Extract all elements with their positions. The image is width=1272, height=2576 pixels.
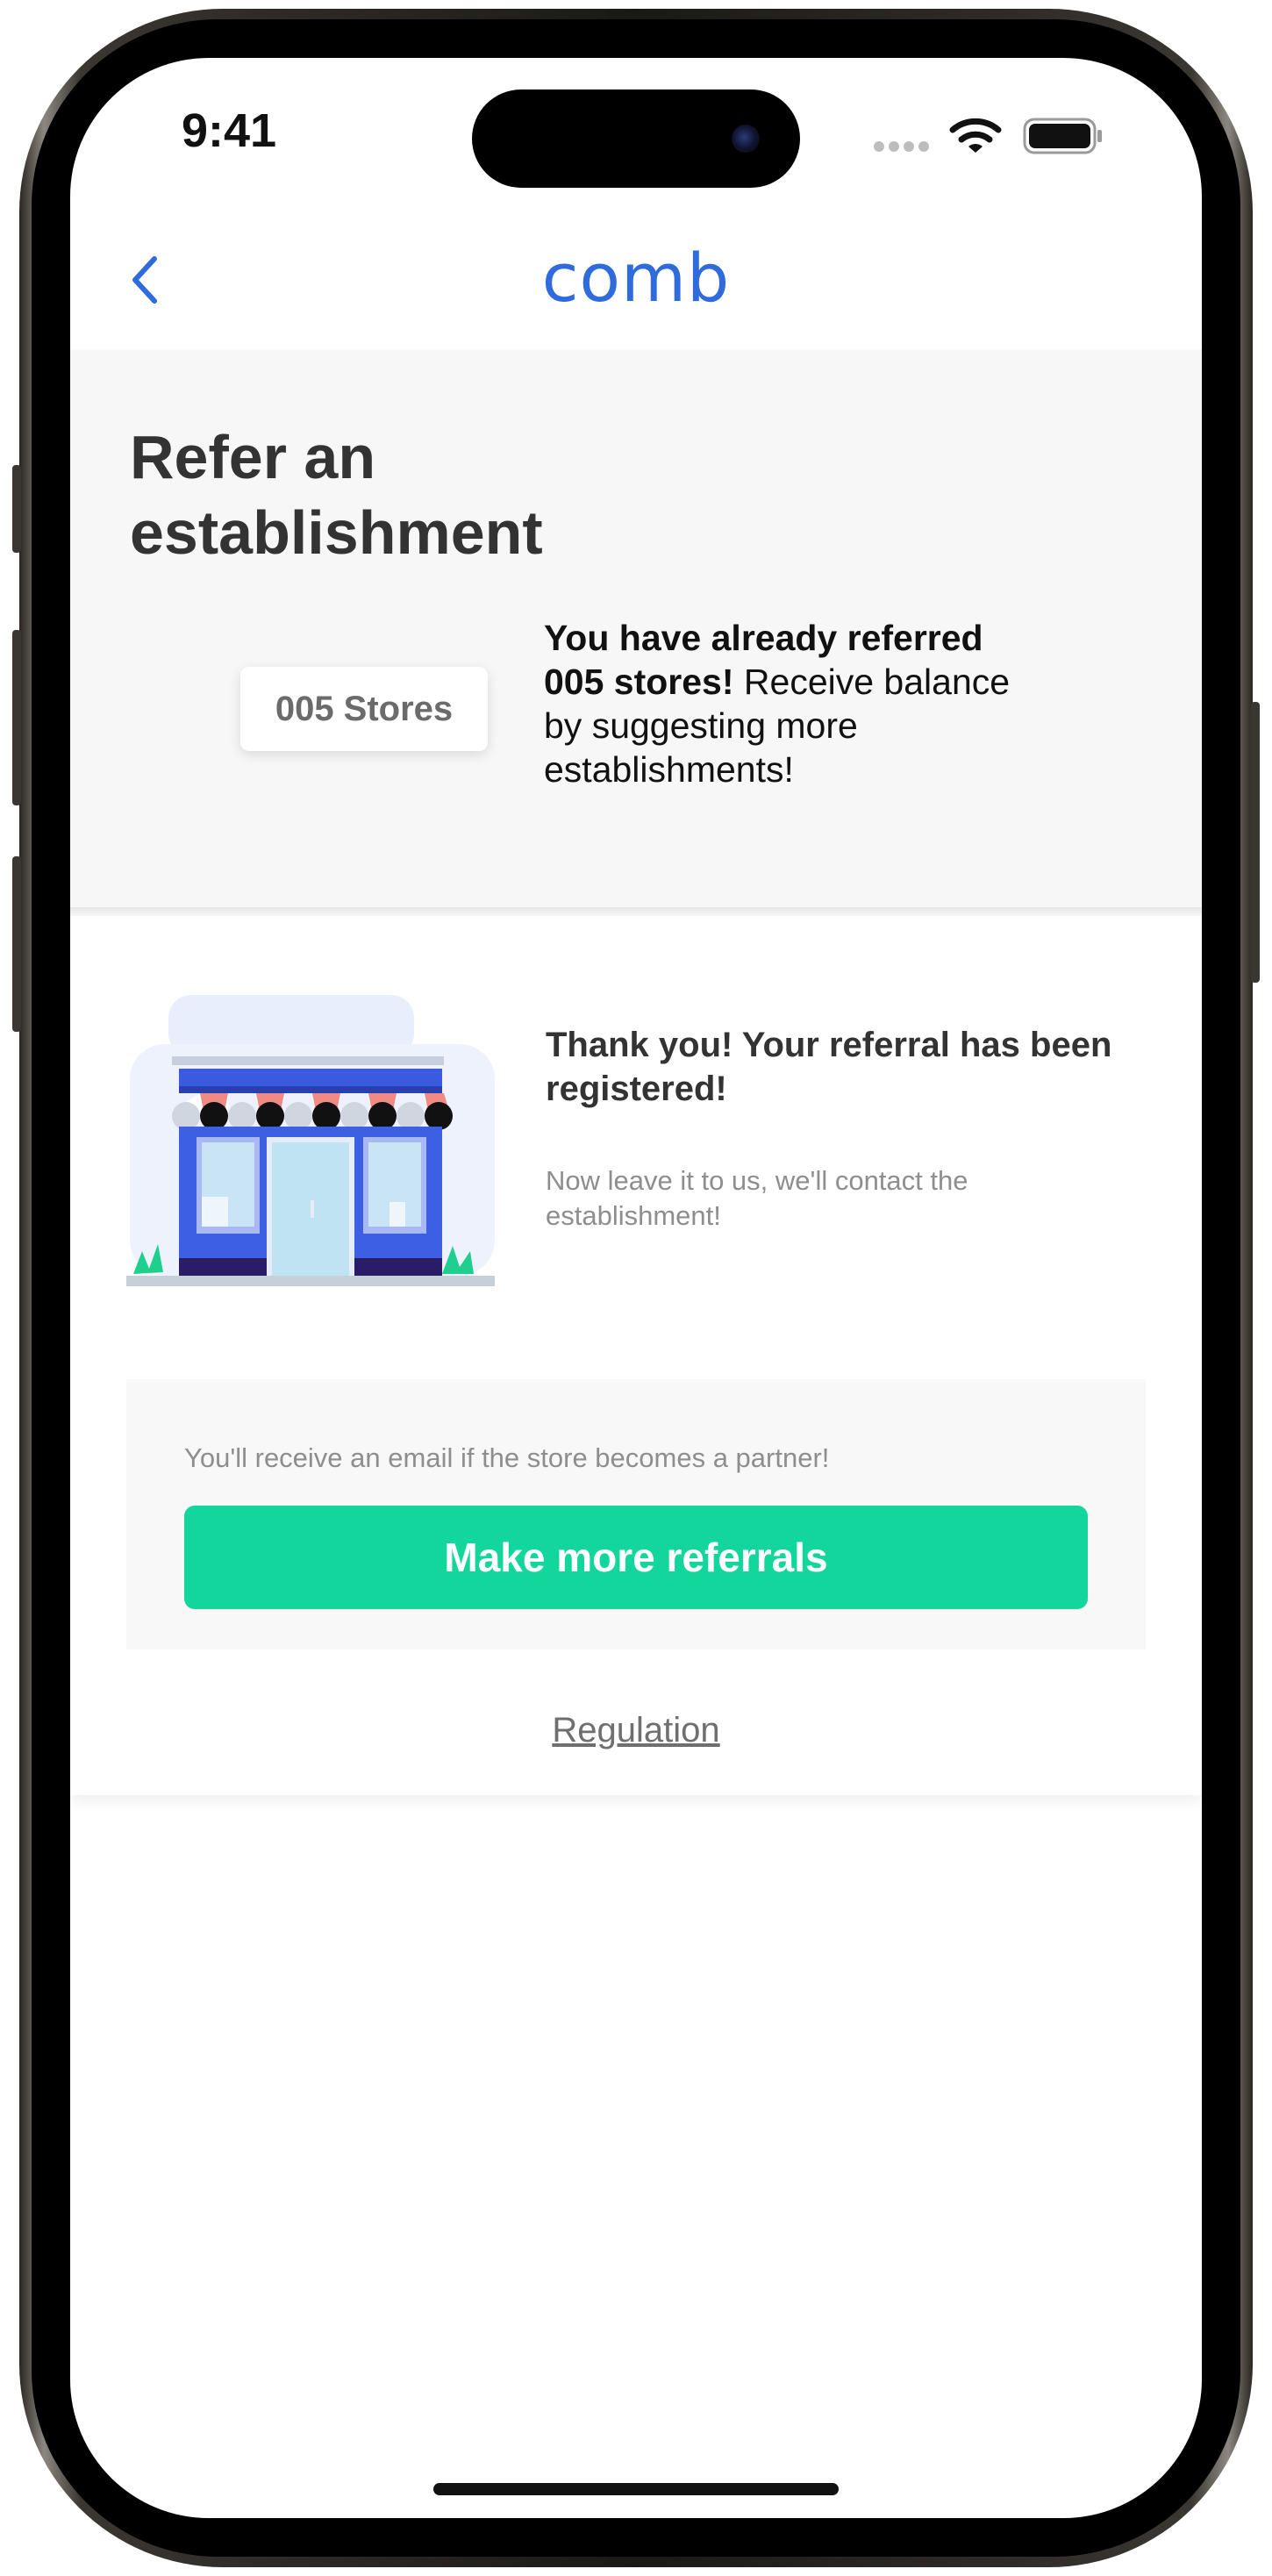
brand-logo: comb xyxy=(541,239,731,317)
wifi-icon xyxy=(949,118,1002,153)
camera-icon xyxy=(732,125,760,153)
confirmation-title: Thank you! Your referral has been regist… xyxy=(546,1026,1112,1108)
page-title: Refer an establishment xyxy=(130,423,543,567)
power-button xyxy=(1251,702,1260,983)
referred-summary-text: You have already referred 005 stores! Re… xyxy=(544,616,1035,791)
home-indicator[interactable] xyxy=(433,2483,839,2495)
chevron-left-icon xyxy=(132,256,157,304)
dynamic-island xyxy=(472,89,800,188)
storefront-illustration xyxy=(126,995,495,1286)
partner-email-note: You'll receive an email if the store bec… xyxy=(184,1442,830,1473)
status-time: 9:41 xyxy=(181,104,277,157)
confirmation-subtitle: Now leave it to us, we'll contact the es… xyxy=(546,1165,968,1231)
volume-up-button xyxy=(12,630,21,805)
back-button[interactable] xyxy=(123,249,167,311)
volume-down-button xyxy=(12,856,21,1032)
card-divider xyxy=(70,907,1202,916)
battery-icon xyxy=(1023,118,1102,154)
referred-count-badge: 005 Stores xyxy=(240,667,488,751)
regulation-link[interactable]: Regulation xyxy=(504,1711,768,1750)
action-button xyxy=(12,465,21,553)
make-more-referrals-button[interactable]: Make more referrals xyxy=(184,1506,1088,1609)
cellular-signal-icon xyxy=(874,140,933,156)
